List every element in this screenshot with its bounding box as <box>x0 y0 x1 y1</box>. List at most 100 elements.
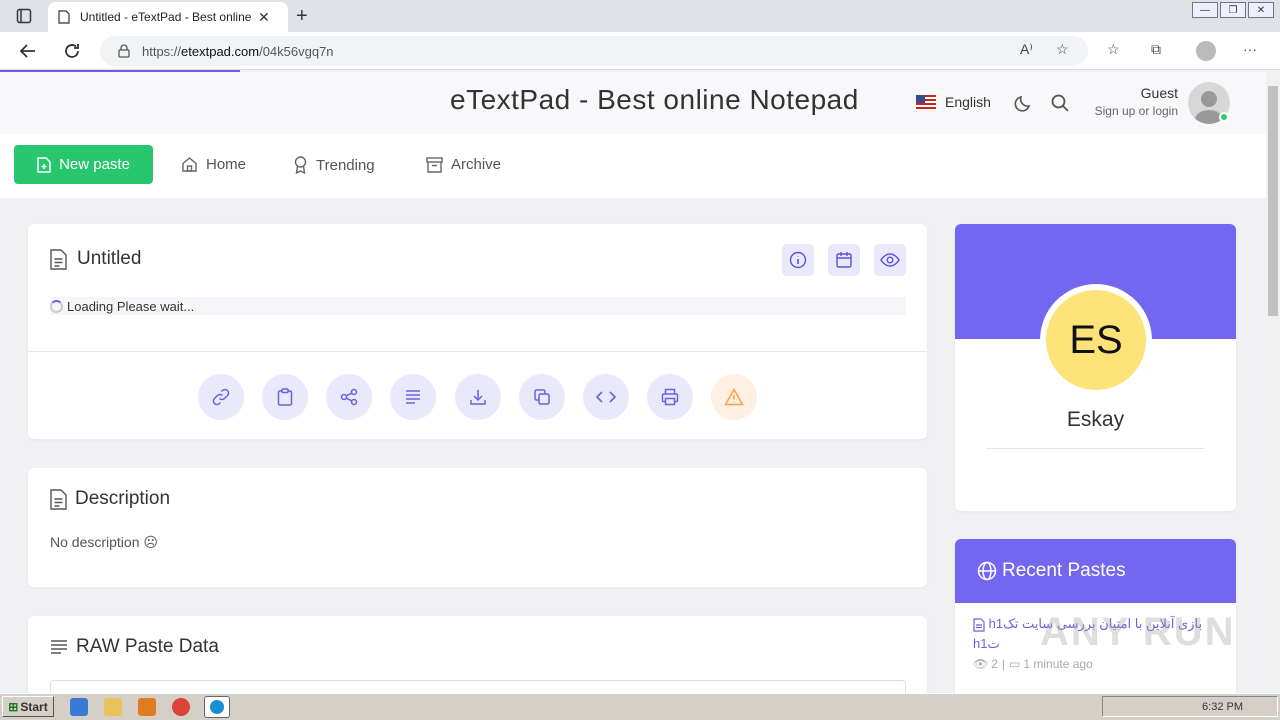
info-button[interactable] <box>782 244 814 276</box>
profile-icon[interactable] <box>1196 41 1216 61</box>
report-button[interactable] <box>711 374 757 420</box>
nav-trending[interactable]: Trending <box>293 156 375 174</box>
url-prefix: https:// <box>142 43 182 59</box>
award-icon <box>294 156 307 174</box>
calendar-icon: ▭ <box>1009 657 1021 671</box>
search-icon[interactable] <box>1050 93 1070 113</box>
nav-archive[interactable]: Archive <box>426 156 501 173</box>
more-menu-icon[interactable]: ··· <box>1243 41 1257 57</box>
watermark-logo: ANY RUN <box>1040 610 1236 654</box>
calendar-icon <box>836 252 852 268</box>
edge-icon <box>210 700 224 714</box>
read-aloud-icon[interactable]: A⁾ <box>1020 41 1033 58</box>
recent-pastes-heading: Recent Pastes <box>955 539 1236 603</box>
clock[interactable]: 6:32 PM <box>1202 701 1243 713</box>
edge-taskbar-button[interactable] <box>204 696 230 718</box>
new-paste-button[interactable]: New paste <box>14 145 153 184</box>
clipboard-button[interactable] <box>262 374 308 420</box>
author-avatar[interactable]: ES <box>1040 284 1152 396</box>
download-icon <box>470 390 486 405</box>
online-status-dot <box>1219 112 1229 122</box>
url-bar[interactable]: https://etextpad.com/04k56vgq7n <box>100 36 1088 66</box>
language-selector[interactable]: English <box>916 94 991 110</box>
document-icon <box>50 248 67 270</box>
text-align-button[interactable] <box>390 374 436 420</box>
favorites-icon[interactable]: ☆ <box>1107 41 1120 58</box>
file-plus-icon <box>37 156 51 173</box>
download-button[interactable] <box>455 374 501 420</box>
signup-login-link[interactable]: Sign up or login <box>1080 104 1178 118</box>
views-button[interactable] <box>874 244 906 276</box>
user-name: Guest <box>1140 85 1178 101</box>
home-icon <box>182 157 197 172</box>
scrollbar-thumb[interactable] <box>1268 86 1278 316</box>
lock-icon[interactable] <box>118 44 130 58</box>
ie-icon[interactable] <box>70 698 88 716</box>
window-controls: — ❐ ✕ <box>1190 2 1274 18</box>
warning-icon <box>724 388 744 406</box>
copy-link-button[interactable] <box>198 374 244 420</box>
minimize-button[interactable]: — <box>1192 2 1218 18</box>
share-button[interactable] <box>326 374 372 420</box>
clipboard-icon <box>277 388 293 406</box>
recent-paste-meta: 👁 2 | ▭ 1 minute ago <box>973 657 1093 671</box>
author-initials: ES <box>1046 290 1146 390</box>
embed-code-button[interactable] <box>583 374 629 420</box>
folder-icon[interactable] <box>104 698 122 716</box>
site-title[interactable]: eTextPad - Best online Notepad <box>450 84 859 116</box>
archive-icon <box>426 156 443 173</box>
new-paste-label: New paste <box>59 156 130 173</box>
nav-home[interactable]: Home <box>181 156 246 173</box>
globe-icon <box>977 561 997 581</box>
align-left-icon <box>51 640 67 654</box>
back-button[interactable] <box>17 40 39 62</box>
nav-home-label: Home <box>206 156 247 173</box>
refresh-button[interactable] <box>61 40 83 62</box>
chrome-icon[interactable] <box>172 698 190 716</box>
dark-mode-icon[interactable] <box>1014 93 1034 113</box>
tab-title: Untitled - eTextPad - Best online Notepa… <box>80 10 252 24</box>
maximize-button[interactable]: ❐ <box>1220 2 1246 18</box>
meta-separator: | <box>1001 657 1006 671</box>
document-icon <box>50 488 67 510</box>
windows-taskbar <box>0 693 1280 720</box>
eye-icon <box>880 253 900 267</box>
description-heading: Description <box>50 488 170 510</box>
us-flag-icon <box>916 95 936 109</box>
system-tray: 6:32 PM <box>1102 696 1278 717</box>
recent-paste-time: 1 minute ago <box>1023 657 1093 671</box>
page-icon <box>58 10 70 24</box>
spinner-icon <box>50 299 63 313</box>
add-favorite-icon[interactable]: ☆ <box>1056 41 1069 58</box>
start-label: Start <box>20 699 48 714</box>
collections-icon[interactable]: ⧉ <box>1151 41 1161 58</box>
address-toolbar: https://etextpad.com/04k56vgq7n A⁾ ☆ ☆ ⧉… <box>0 32 1280 70</box>
browser-tab-active[interactable]: Untitled - eTextPad - Best online Notepa… <box>48 2 288 32</box>
duplicate-button[interactable] <box>519 374 565 420</box>
description-heading-text: Description <box>75 488 171 509</box>
paste-title: Untitled <box>50 248 141 270</box>
calendar-button[interactable] <box>828 244 860 276</box>
printer-icon <box>661 388 679 406</box>
share-icon <box>340 388 358 406</box>
language-label: English <box>945 94 991 110</box>
user-info[interactable]: Guest Sign up or login <box>1080 85 1178 118</box>
description-text: No description ☹ <box>50 534 158 550</box>
paste-title-text: Untitled <box>77 248 142 269</box>
close-tab-icon[interactable]: ✕ <box>258 9 270 26</box>
tab-actions-icon[interactable] <box>16 8 32 24</box>
nav-trending-label: Trending <box>316 156 375 174</box>
document-icon <box>973 617 985 632</box>
author-name[interactable]: Eskay <box>955 408 1236 432</box>
raw-data-heading: RAW Paste Data <box>50 636 219 658</box>
new-tab-button[interactable]: + <box>296 6 308 26</box>
print-button[interactable] <box>647 374 693 420</box>
close-window-button[interactable]: ✕ <box>1248 2 1274 18</box>
info-icon <box>789 251 807 269</box>
url-host: etextpad.com <box>181 43 260 59</box>
media-player-icon[interactable] <box>138 698 156 716</box>
raw-data-textarea[interactable] <box>50 680 906 692</box>
description-card <box>28 468 927 587</box>
loading-text: Loading Please wait... <box>67 298 195 314</box>
start-button[interactable]: ⊞ Start <box>2 696 54 717</box>
